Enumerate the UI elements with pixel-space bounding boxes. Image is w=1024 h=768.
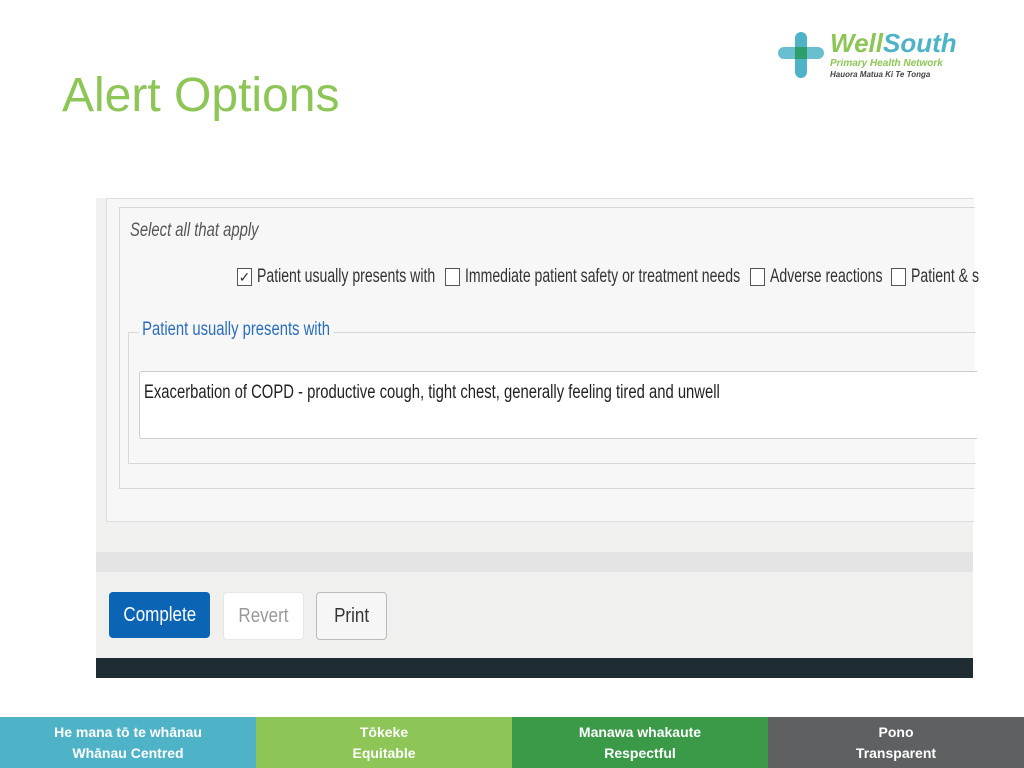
footer-respectful: Manawa whakaute Respectful — [512, 717, 768, 768]
checkbox-icon[interactable] — [891, 268, 906, 286]
presents-with-section: Patient usually presents with Exacerbati… — [128, 319, 977, 464]
footer-whanau-centred: He mana tō te whānau Whānau Centred — [0, 717, 256, 768]
taskbar — [96, 658, 973, 678]
print-button[interactable]: Print — [316, 592, 387, 640]
presents-with-textarea[interactable]: Exacerbation of COPD - productive cough,… — [139, 371, 977, 439]
complete-button[interactable]: Complete — [109, 592, 210, 638]
checkbox-icon[interactable] — [445, 268, 460, 286]
values-footer: He mana tō te whānau Whānau Centred Tōkek… — [0, 717, 1024, 768]
app-screenshot: Select all that apply ✓ Patient usually p… — [96, 198, 979, 678]
checkbox-checked-icon[interactable]: ✓ — [237, 268, 252, 286]
revert-button[interactable]: Revert — [223, 592, 304, 640]
slide-title: Alert Options — [62, 69, 340, 122]
wellsouth-logo: WellSouth Primary Health Network Hauora … — [778, 28, 978, 82]
option-patient-s[interactable]: Patient & s — [891, 266, 1003, 288]
checkbox-icon[interactable] — [750, 268, 765, 286]
section-legend: Patient usually presents with — [139, 319, 334, 341]
footer-equitable: Tōkeke Equitable — [256, 717, 512, 768]
instruction-label: Select all that apply — [130, 220, 259, 241]
alert-options: ✓ Patient usually presents with Immediate… — [120, 266, 979, 290]
footer-transparent: Pono Transparent — [768, 717, 1024, 768]
